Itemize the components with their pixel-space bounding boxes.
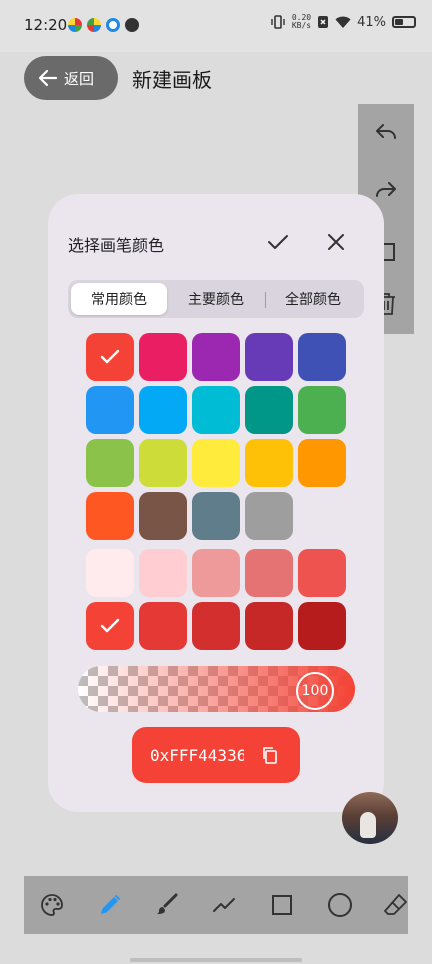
color-swatch[interactable] [298,386,346,434]
color-swatch[interactable] [245,492,293,540]
user-avatar[interactable] [342,792,398,844]
network-speed: 0.20 KB/s [292,14,311,30]
shade-swatch[interactable] [245,549,293,597]
back-button[interactable]: 返回 [24,56,118,100]
shade-swatch[interactable] [192,549,240,597]
app-notification-icon [87,18,101,32]
polyline-icon [213,898,235,912]
network-speed-unit: KB/s [291,21,312,30]
color-tabs: 常用颜色 主要颜色 全部颜色 [68,280,364,318]
color-swatch[interactable] [86,386,134,434]
shade-swatch[interactable] [298,549,346,597]
app-notification-icon [106,18,120,32]
tool-brush[interactable] [153,891,181,919]
shade-swatch[interactable] [86,602,134,650]
color-swatch[interactable] [86,492,134,540]
palette-icon [41,894,63,916]
app-notification-icon [68,18,82,32]
undo-icon [376,124,396,139]
tab-all-colors[interactable]: 全部颜色 [265,283,361,315]
color-swatch[interactable] [298,439,346,487]
color-swatch[interactable] [192,333,240,381]
status-time: 12:20 [24,16,68,34]
battery-percent: 41% [357,14,386,30]
app-notification-icon [125,18,139,32]
circle-icon [328,893,352,917]
back-label: 返回 [64,69,95,88]
tool-line[interactable] [210,891,238,919]
no-sim-icon [318,16,329,28]
tab-common-colors[interactable]: 常用颜色 [71,283,167,315]
shade-swatch[interactable] [245,602,293,650]
shade-swatch[interactable] [298,602,346,650]
color-swatch[interactable] [86,333,134,381]
shade-swatch[interactable] [139,549,187,597]
shade-swatch[interactable] [192,602,240,650]
tool-circle[interactable] [326,891,354,919]
color-swatch[interactable] [139,386,187,434]
page-title: 新建画板 [132,68,212,92]
undo-button[interactable] [372,118,400,146]
tool-palette[interactable] [38,891,66,919]
redo-icon [376,182,396,197]
check-icon [100,618,120,633]
eraser-icon [384,894,407,915]
dialog-title: 选择画笔颜色 [68,236,165,255]
brush-icon [157,893,178,914]
color-picker-dialog: 选择画笔颜色 常用颜色 主要颜色 全部颜色 100 0xFFF44336 [48,194,384,812]
hex-color-button[interactable]: 0xFFF44336 [132,727,300,783]
drawing-tool-bar [24,876,408,934]
notification-icons [68,18,139,32]
redo-button[interactable] [372,176,400,204]
color-swatch[interactable] [245,439,293,487]
color-swatch[interactable] [192,492,240,540]
vibrate-icon [271,15,285,29]
confirm-button[interactable] [264,228,292,256]
pencil-icon [101,894,121,914]
color-swatch[interactable] [245,386,293,434]
check-icon [268,235,288,249]
tool-eraser[interactable] [382,891,410,919]
top-app-bar: 返回 新建画板 [0,52,432,104]
wifi-icon [335,16,351,28]
color-swatch[interactable] [298,333,346,381]
color-swatch[interactable] [139,333,187,381]
home-indicator [130,958,302,962]
rectangle-icon [272,895,292,915]
check-icon [100,349,120,364]
tool-pencil[interactable] [96,891,124,919]
status-bar: 12:20 0.20 KB/s 41% [0,0,432,52]
battery-icon [392,16,416,28]
shade-swatch[interactable] [86,549,134,597]
close-button[interactable] [322,228,350,256]
color-swatch[interactable] [139,492,187,540]
arrow-left-icon [38,69,58,87]
color-swatch[interactable] [192,386,240,434]
hex-value: 0xFFF44336 [150,745,244,765]
copy-icon [263,747,277,764]
color-swatch[interactable] [139,439,187,487]
color-swatch[interactable] [192,439,240,487]
color-swatch[interactable] [86,439,134,487]
tab-main-colors[interactable]: 主要颜色 [168,283,264,315]
status-indicators: 0.20 KB/s 41% [270,14,416,30]
color-swatch[interactable] [245,333,293,381]
close-icon [328,234,344,250]
alpha-slider-thumb[interactable]: 100 [296,672,334,710]
shade-swatch[interactable] [139,602,187,650]
tool-rectangle[interactable] [268,891,296,919]
